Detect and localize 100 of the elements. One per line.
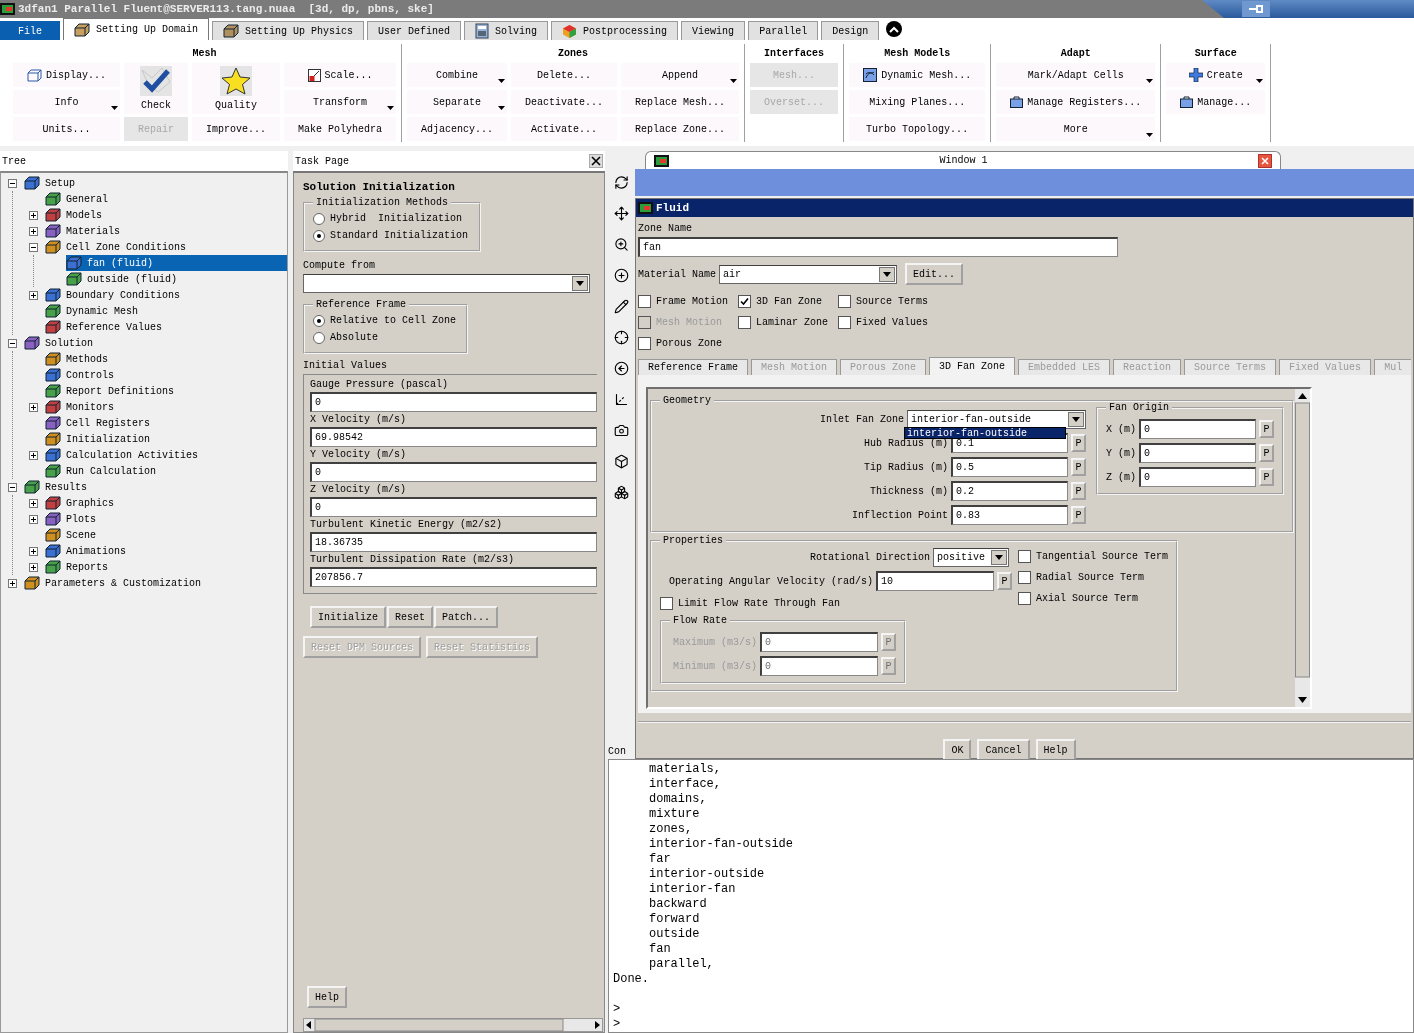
ribbon-button[interactable]: Turbo Topology...	[849, 117, 986, 141]
tree-item[interactable]: Animations	[45, 543, 287, 559]
tree-item[interactable]: Boundary Conditions	[45, 287, 287, 303]
tree-item[interactable]: General	[45, 191, 287, 207]
tree-item[interactable]: Run Calculation	[45, 463, 287, 479]
parameter-button[interactable]: P	[1071, 482, 1086, 500]
tree-item[interactable]: Monitors	[45, 399, 287, 415]
ribbon-button[interactable]: Adjacency...	[407, 117, 508, 141]
ribbon-tab[interactable]: Design	[821, 21, 880, 40]
checkbox[interactable]	[738, 294, 751, 308]
tree-item[interactable]: Methods	[45, 351, 287, 367]
parameter-button[interactable]: P	[1071, 434, 1086, 452]
tree-item[interactable]: Results	[24, 479, 287, 495]
expand-toggle[interactable]	[29, 546, 38, 556]
input-field[interactable]: 0	[310, 462, 597, 482]
checkbox[interactable]	[1018, 591, 1031, 605]
ribbon-button[interactable]: Replace Mesh...	[621, 90, 740, 114]
tree-item[interactable]: Parameters & Customization	[24, 575, 287, 591]
tree-item[interactable]: Setup	[24, 175, 287, 191]
action-button[interactable]: Patch...	[434, 606, 499, 628]
input-field[interactable]: 0	[1139, 467, 1256, 487]
dialog-button[interactable]: OK	[943, 739, 972, 761]
input-field[interactable]: 18.36735	[310, 532, 597, 552]
edit-button[interactable]: Edit...	[905, 263, 964, 285]
input-field[interactable]: 0	[1139, 443, 1256, 463]
action-button[interactable]: Reset	[387, 606, 434, 628]
input-field[interactable]: 0.5	[951, 457, 1068, 477]
tree-item[interactable]: Cell Zone Conditions	[45, 239, 287, 255]
radio-button[interactable]	[313, 314, 325, 327]
tree-item[interactable]: Calculation Activities	[45, 447, 287, 463]
radio-button[interactable]	[313, 212, 325, 225]
ribbon-button[interactable]: More	[996, 117, 1156, 141]
dialog-button[interactable]: Cancel	[977, 739, 1030, 761]
checkbox[interactable]	[738, 315, 751, 329]
ribbon-button[interactable]: Delete...	[511, 63, 618, 87]
action-button[interactable]: Initialize	[310, 606, 386, 628]
ribbon-button[interactable]: Transform	[284, 90, 397, 114]
window-tab[interactable]: Window 1	[645, 151, 1281, 169]
expand-toggle[interactable]	[8, 178, 17, 188]
input-field[interactable]: 10	[876, 571, 994, 591]
ribbon-button[interactable]: Dynamic Mesh...	[849, 63, 986, 87]
tree-item[interactable]: Graphics	[45, 495, 287, 511]
tree-item[interactable]: Dynamic Mesh	[45, 303, 287, 319]
tree-item[interactable]: Cell Registers	[45, 415, 287, 431]
ribbon-button[interactable]: Quality	[192, 63, 281, 114]
expand-toggle[interactable]	[29, 242, 38, 252]
checkbox[interactable]	[1018, 549, 1031, 563]
expand-toggle[interactable]	[29, 498, 38, 508]
ribbon-button[interactable]: Mark/Adapt Cells	[996, 63, 1156, 87]
checkbox[interactable]	[1018, 570, 1031, 584]
checkbox[interactable]	[660, 596, 673, 610]
input-field[interactable]: 0	[310, 497, 597, 517]
dropdown[interactable]: interior-fan-outside	[907, 410, 1086, 429]
close-button[interactable]	[589, 154, 603, 168]
ribbon-button[interactable]: Replace Zone...	[621, 117, 740, 141]
ribbon-tab[interactable]: Postprocessing	[551, 21, 679, 40]
ribbon-tab[interactable]: Parallel	[748, 21, 819, 40]
expand-toggle[interactable]	[29, 290, 38, 300]
dialog-tab[interactable]: 3D Fan Zone	[929, 357, 1016, 375]
collapse-ribbon-button[interactable]	[886, 21, 903, 37]
expand-toggle[interactable]	[29, 514, 38, 524]
parameter-button[interactable]: P	[1259, 420, 1274, 438]
parameter-button[interactable]: P	[1259, 468, 1274, 486]
dropdown-menu[interactable]: interior-fan-outside	[904, 427, 1066, 439]
parameter-button[interactable]: P	[1071, 458, 1086, 476]
input-field[interactable]: 0.2	[951, 481, 1068, 501]
ribbon-button[interactable]: Info	[13, 90, 120, 114]
ribbon-button[interactable]: Display...	[13, 63, 120, 87]
tree-item[interactable]: Initialization	[45, 431, 287, 447]
tree-item[interactable]: Controls	[45, 367, 287, 383]
checkbox[interactable]	[638, 294, 651, 308]
input-field[interactable]: 69.98542	[310, 427, 597, 447]
checkbox[interactable]	[838, 315, 851, 329]
tree-item[interactable]: Solution	[24, 335, 287, 351]
ribbon-button[interactable]: Mixing Planes...	[849, 90, 986, 114]
help-button[interactable]: Help	[307, 986, 347, 1008]
ribbon-button[interactable]: Scale...	[284, 63, 397, 87]
tree-item[interactable]: Report Definitions	[45, 383, 287, 399]
ribbon-button[interactable]: Create	[1166, 63, 1266, 87]
ribbon-button[interactable]: Manage Registers...	[996, 90, 1156, 114]
expand-toggle[interactable]	[29, 226, 38, 236]
tree-item[interactable]: outside (fluid)	[66, 271, 287, 287]
expand-toggle[interactable]	[29, 402, 38, 412]
expand-toggle[interactable]	[8, 338, 17, 348]
input-field[interactable]: 0	[310, 392, 597, 412]
ribbon-tab[interactable]: Setting Up Domain	[63, 18, 210, 40]
ribbon-button[interactable]: Deactivate...	[511, 90, 618, 114]
expand-toggle[interactable]	[29, 210, 38, 220]
radio-button[interactable]	[313, 229, 325, 242]
ribbon-tab[interactable]: Solving	[464, 21, 549, 40]
ribbon-button[interactable]: Separate	[407, 90, 508, 114]
radio-button[interactable]	[313, 331, 325, 344]
dialog-tab[interactable]: Reference Frame	[638, 359, 748, 375]
tree-item[interactable]: Reference Values	[45, 319, 287, 335]
ribbon-button[interactable]: Activate...	[511, 117, 618, 141]
ribbon-button[interactable]: Units...	[13, 117, 120, 141]
horizontal-scrollbar[interactable]	[303, 1018, 603, 1032]
parameter-button[interactable]: P	[997, 572, 1012, 590]
ribbon-tab[interactable]: Setting Up Physics	[212, 21, 365, 40]
checkbox[interactable]	[638, 336, 651, 350]
